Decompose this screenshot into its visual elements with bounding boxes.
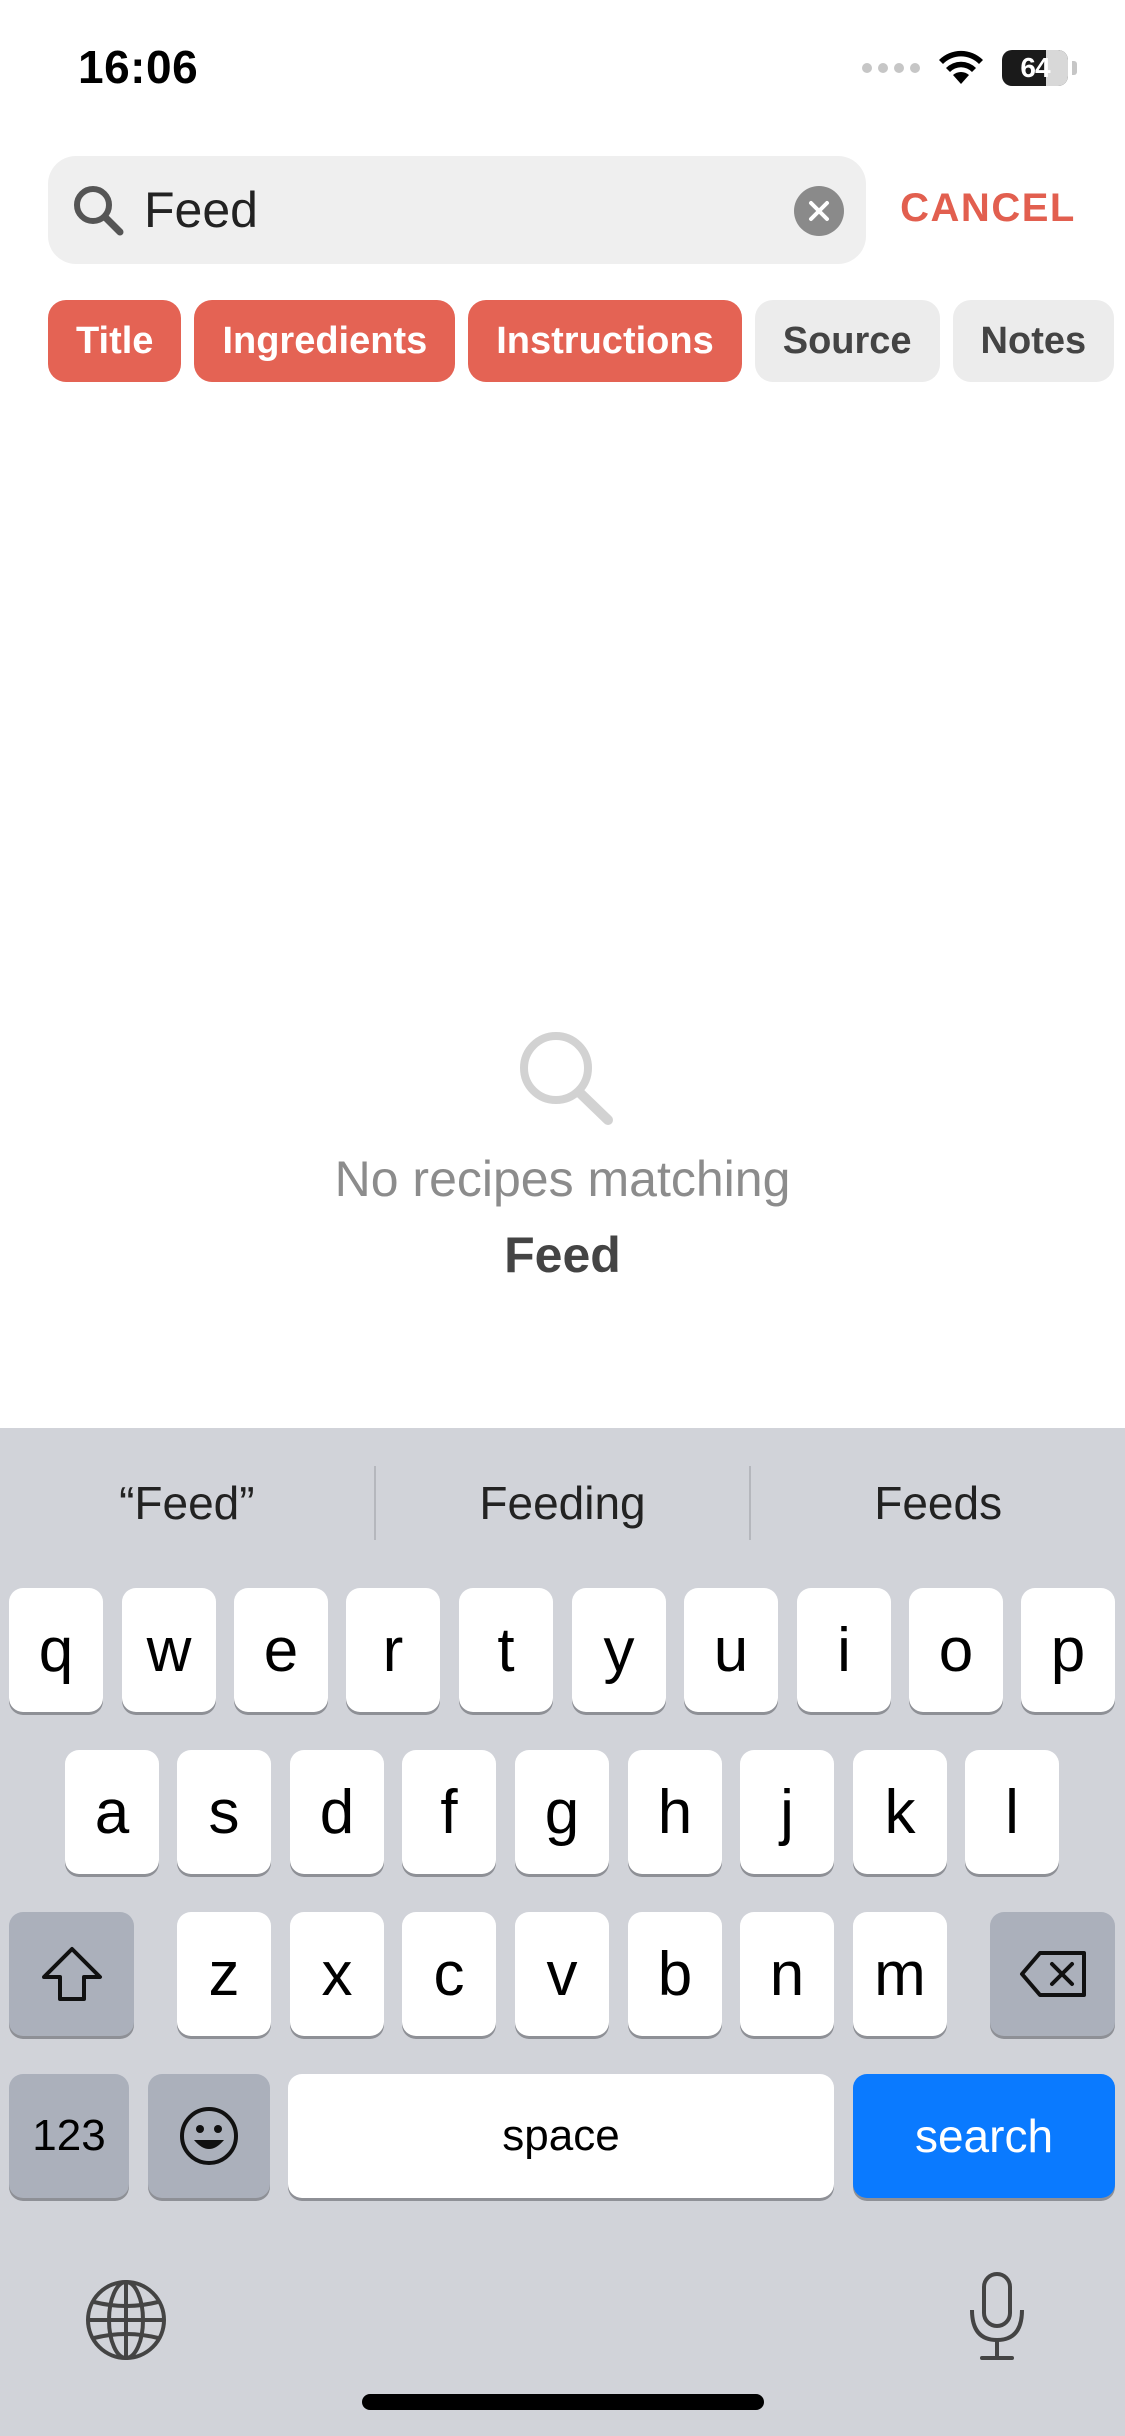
search-filter-chips: Title Ingredients Instructions Source No… (48, 300, 1115, 382)
shift-icon (41, 1947, 102, 2001)
search-icon (74, 186, 124, 236)
battery-icon: 64 (1002, 50, 1068, 86)
key-n[interactable]: n (740, 1912, 834, 2036)
key-l[interactable]: l (965, 1750, 1059, 1874)
keyboard-suggestions: “Feed” Feeding Feeds (0, 1428, 1125, 1578)
cancel-button[interactable]: CANCEL (898, 186, 1078, 238)
microphone-icon[interactable] (966, 2270, 1028, 2362)
filter-chip-title[interactable]: Title (48, 300, 182, 382)
key-h[interactable]: h (628, 1750, 722, 1874)
space-key[interactable]: space (288, 2074, 834, 2198)
key-g[interactable]: g (515, 1750, 609, 1874)
filter-chip-notes[interactable]: Notes (952, 300, 1115, 382)
search-key[interactable]: search (853, 2074, 1115, 2198)
shift-key[interactable] (9, 1912, 134, 2036)
status-bar: 16:06 64 (0, 0, 1125, 140)
wifi-icon (939, 50, 983, 84)
empty-state-message: No recipes matching (334, 1151, 791, 1207)
battery-nub (1072, 61, 1077, 75)
key-y[interactable]: y (572, 1588, 666, 1712)
clear-search-button[interactable] (794, 186, 844, 236)
empty-state-query: Feed (504, 1227, 621, 1283)
key-t[interactable]: t (459, 1588, 553, 1712)
suggestion-item[interactable]: Feeding (376, 1428, 750, 1578)
suggestion-item[interactable]: “Feed” (0, 1428, 374, 1578)
emoji-icon (180, 2107, 238, 2165)
keyboard: “Feed” Feeding Feeds q w e r t y u i o p… (0, 1428, 1125, 2436)
suggestion-item[interactable]: Feeds (751, 1428, 1125, 1578)
key-i[interactable]: i (797, 1588, 891, 1712)
status-time: 16:06 (78, 41, 199, 93)
filter-chip-source[interactable]: Source (754, 300, 940, 382)
key-m[interactable]: m (853, 1912, 947, 2036)
cellular-signal-icon (862, 63, 920, 73)
home-indicator (362, 2394, 764, 2410)
key-r[interactable]: r (346, 1588, 440, 1712)
key-j[interactable]: j (740, 1750, 834, 1874)
key-a[interactable]: a (65, 1750, 159, 1874)
search-input[interactable] (144, 176, 824, 244)
battery-level: 64 (1020, 52, 1050, 83)
key-d[interactable]: d (290, 1750, 384, 1874)
emoji-key[interactable] (148, 2074, 270, 2198)
globe-icon[interactable] (84, 2278, 168, 2362)
key-e[interactable]: e (234, 1588, 328, 1712)
backspace-icon (1019, 1951, 1086, 1997)
filter-chip-instructions[interactable]: Instructions (468, 300, 742, 382)
clear-icon (809, 201, 829, 221)
key-f[interactable]: f (402, 1750, 496, 1874)
numbers-key[interactable]: 123 (9, 2074, 129, 2198)
key-w[interactable]: w (122, 1588, 216, 1712)
key-z[interactable]: z (177, 1912, 271, 2036)
key-o[interactable]: o (909, 1588, 1003, 1712)
filter-chip-ingredients[interactable]: Ingredients (194, 300, 456, 382)
key-u[interactable]: u (684, 1588, 778, 1712)
key-k[interactable]: k (853, 1750, 947, 1874)
key-s[interactable]: s (177, 1750, 271, 1874)
key-c[interactable]: c (402, 1912, 496, 2036)
empty-search-icon (520, 1032, 613, 1125)
status-indicators: 64 (862, 48, 1077, 88)
backspace-key[interactable] (990, 1912, 1115, 2036)
key-x[interactable]: x (290, 1912, 384, 2036)
key-v[interactable]: v (515, 1912, 609, 2036)
search-bar[interactable] (48, 156, 866, 264)
key-b[interactable]: b (628, 1912, 722, 2036)
key-q[interactable]: q (9, 1588, 103, 1712)
key-p[interactable]: p (1021, 1588, 1115, 1712)
